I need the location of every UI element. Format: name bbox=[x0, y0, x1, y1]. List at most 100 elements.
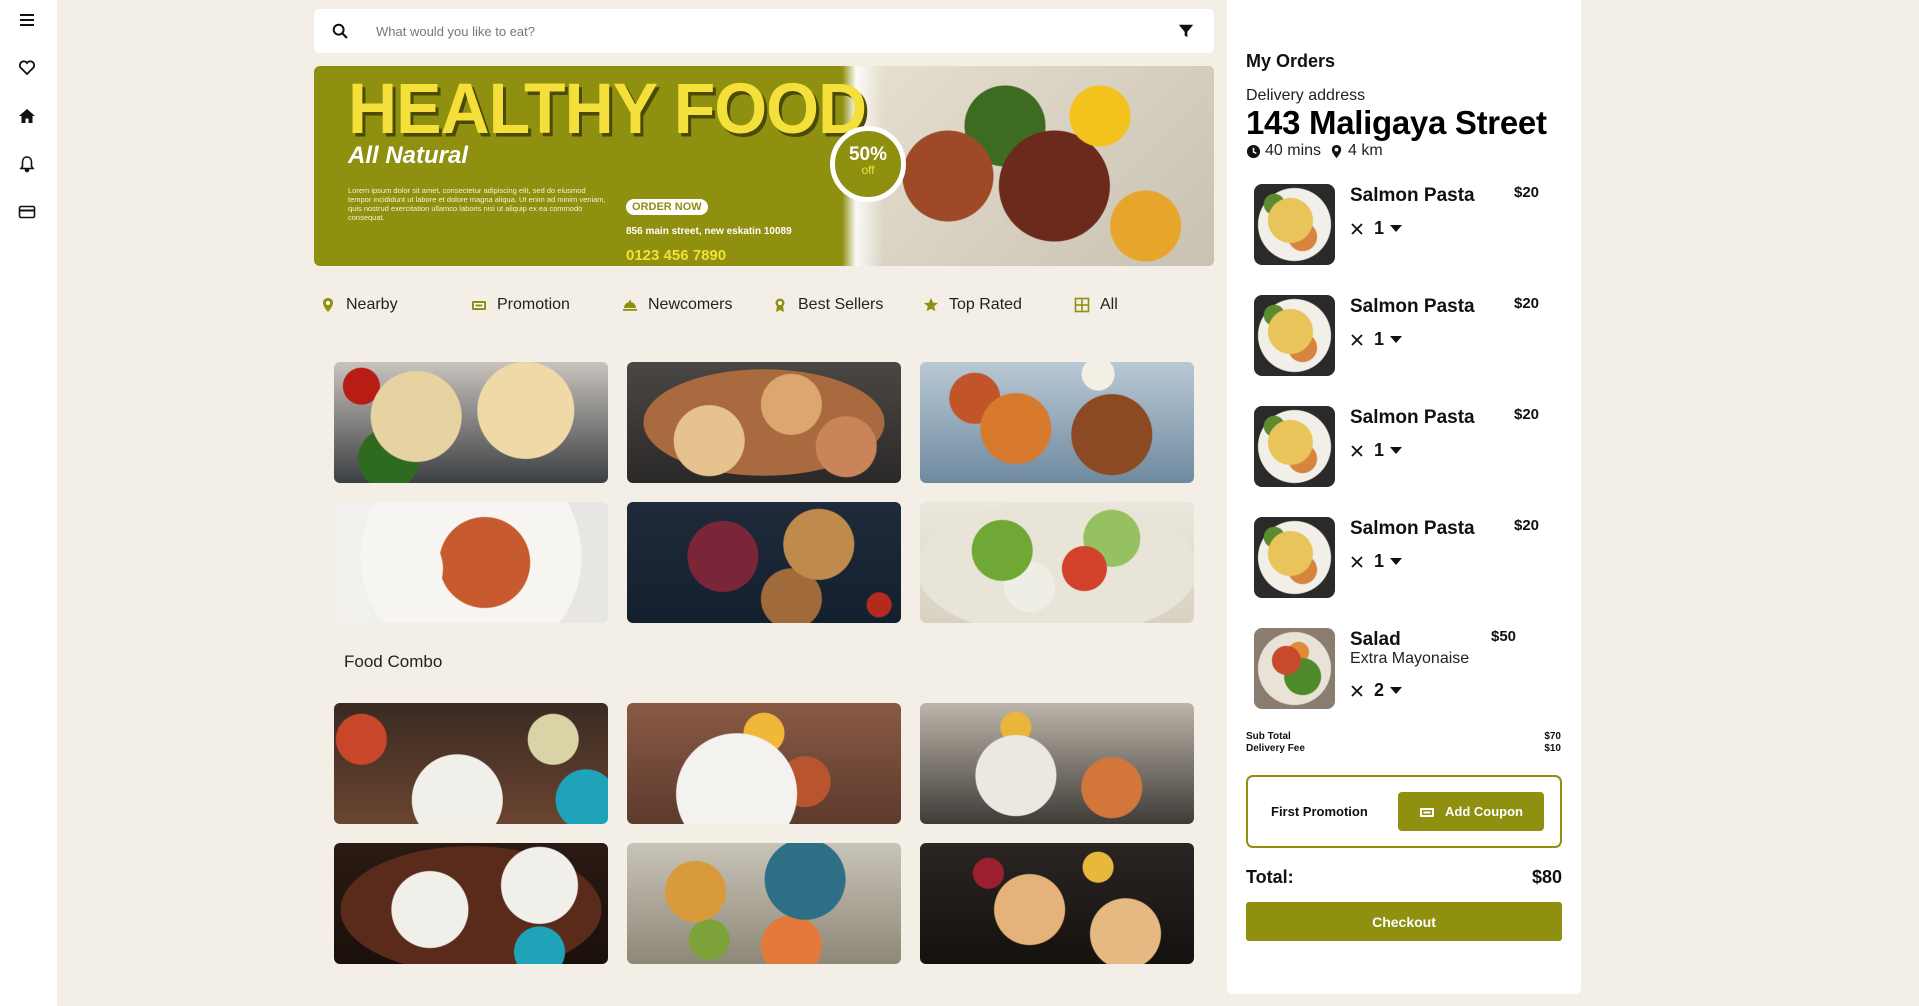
checkout-button[interactable]: Checkout bbox=[1246, 902, 1562, 941]
combo-tile-table-spread[interactable] bbox=[627, 703, 901, 824]
food-tile-burgers[interactable] bbox=[627, 502, 901, 623]
order-item-name: Salmon Pasta bbox=[1350, 518, 1475, 539]
left-nav-rail bbox=[0, 0, 57, 1006]
order-item-qty: 1 bbox=[1374, 551, 1385, 571]
total-label: Total: bbox=[1246, 867, 1294, 887]
tab-label: All bbox=[1100, 296, 1118, 313]
banner-address: 856 main street, new eskatin 10089 bbox=[626, 226, 792, 237]
remove-icon[interactable] bbox=[1350, 555, 1364, 569]
order-item: Salad $50 Extra Mayonaise 2 bbox=[1254, 628, 1554, 712]
combo-tile-lodge-dinner[interactable] bbox=[334, 843, 608, 964]
order-item-image bbox=[1254, 628, 1335, 709]
tab-all[interactable]: All bbox=[1074, 296, 1118, 314]
delivery-fee-label: Delivery Fee bbox=[1246, 743, 1305, 754]
bell-icon[interactable] bbox=[16, 153, 38, 175]
food-tile-chicken-skillet[interactable] bbox=[627, 362, 901, 483]
search-bar bbox=[314, 9, 1214, 53]
order-item-name: Salmon Pasta bbox=[1350, 296, 1475, 317]
order-item-note: Extra Mayonaise bbox=[1350, 650, 1470, 667]
cloche-icon bbox=[623, 300, 637, 311]
subtotal-value: $70 bbox=[1544, 731, 1561, 742]
search-icon[interactable] bbox=[314, 9, 366, 53]
remove-icon[interactable] bbox=[1350, 222, 1364, 236]
combo-tile-beer-platter[interactable] bbox=[920, 703, 1194, 824]
tab-best-sellers[interactable]: Best Sellers bbox=[772, 296, 883, 314]
order-item-image bbox=[1254, 517, 1335, 598]
order-item-price: $50 bbox=[1491, 628, 1517, 645]
subtotal-row: Sub Total $70 bbox=[1246, 731, 1561, 743]
food-tile-chicken-rice[interactable] bbox=[334, 502, 608, 623]
total-value: $80 bbox=[1531, 867, 1562, 887]
tab-label: Newcomers bbox=[648, 296, 733, 313]
tab-newcomers[interactable]: Newcomers bbox=[622, 296, 732, 314]
star-icon bbox=[924, 298, 938, 312]
order-item: Salmon Pasta $20 1 bbox=[1254, 406, 1554, 490]
banner-order-now[interactable]: ORDER NOW bbox=[626, 199, 708, 215]
order-item-price: $20 bbox=[1514, 295, 1540, 312]
food-combo-title: Food Combo bbox=[344, 652, 443, 671]
chevron-down-icon bbox=[1390, 558, 1403, 565]
tab-promotion[interactable]: Promotion bbox=[471, 296, 570, 314]
order-item-qty: 2 bbox=[1374, 680, 1385, 700]
food-tile-burritos[interactable] bbox=[334, 362, 608, 483]
discount-off: off bbox=[861, 163, 875, 177]
ticket-icon bbox=[1420, 807, 1434, 817]
combo-tile-pizza-table[interactable] bbox=[920, 843, 1194, 964]
subtotal-label: Sub Total bbox=[1246, 731, 1291, 742]
quantity-selector[interactable]: 1 bbox=[1350, 329, 1403, 350]
order-item: Salmon Pasta $20 1 bbox=[1254, 517, 1554, 601]
order-item-qty: 1 bbox=[1374, 218, 1385, 238]
order-item-price: $20 bbox=[1514, 406, 1540, 423]
location-pin-icon bbox=[1331, 144, 1342, 158]
menu-icon[interactable] bbox=[16, 9, 38, 31]
tab-nearby[interactable]: Nearby bbox=[320, 296, 398, 314]
medal-icon bbox=[775, 298, 785, 312]
order-item-price: $20 bbox=[1514, 517, 1540, 534]
heart-icon[interactable] bbox=[16, 57, 38, 79]
tab-label: Promotion bbox=[497, 296, 570, 313]
grid-icon bbox=[1074, 297, 1090, 313]
delivery-fee-row: Delivery Fee $10 bbox=[1246, 743, 1561, 755]
location-pin-icon bbox=[323, 298, 333, 312]
delivery-street: 143 Maligaya Street bbox=[1246, 104, 1547, 141]
food-tile-pumpkin-salad[interactable] bbox=[920, 362, 1194, 483]
orders-title: My Orders bbox=[1246, 51, 1336, 71]
order-item-image bbox=[1254, 295, 1335, 376]
order-item-image bbox=[1254, 406, 1335, 487]
search-input[interactable] bbox=[366, 23, 1158, 39]
delivery-fee-value: $10 bbox=[1544, 743, 1561, 754]
combo-tile-fish-and-chips[interactable] bbox=[627, 843, 901, 964]
discount-percent: 50% bbox=[848, 144, 888, 165]
promotion-label: First Promotion bbox=[1271, 804, 1368, 819]
discount-badge: 50% off bbox=[830, 126, 906, 202]
home-icon[interactable] bbox=[16, 105, 38, 127]
remove-icon[interactable] bbox=[1350, 333, 1364, 347]
order-summary: Sub Total $70 Delivery Fee $10 bbox=[1246, 731, 1561, 755]
quantity-selector[interactable]: 1 bbox=[1350, 551, 1403, 572]
delivery-distance: 4 km bbox=[1348, 142, 1383, 159]
food-tile-greek-salad[interactable] bbox=[920, 502, 1194, 623]
quantity-selector[interactable]: 2 bbox=[1350, 680, 1403, 701]
quantity-selector[interactable]: 1 bbox=[1350, 218, 1403, 239]
orders-panel: My Orders Delivery address 143 Maligaya … bbox=[1227, 0, 1581, 994]
banner-phone: 0123 456 7890 bbox=[626, 247, 727, 264]
chevron-down-icon bbox=[1390, 225, 1403, 232]
quantity-selector[interactable]: 1 bbox=[1350, 440, 1403, 461]
promo-banner[interactable]: HEALTHY FOOD All Natural Lorem ipsum dol… bbox=[314, 66, 1214, 266]
chevron-down-icon bbox=[1390, 447, 1403, 454]
combo-tile-wine-dinner[interactable] bbox=[334, 703, 608, 824]
card-icon[interactable] bbox=[16, 201, 38, 223]
tab-top-rated[interactable]: Top Rated bbox=[923, 296, 1022, 314]
remove-icon[interactable] bbox=[1350, 444, 1364, 458]
remove-icon[interactable] bbox=[1350, 684, 1364, 698]
order-item-name: Salmon Pasta bbox=[1350, 407, 1475, 428]
delivery-meta: 40 mins 4 km bbox=[1246, 142, 1383, 160]
order-item: Salmon Pasta $20 1 bbox=[1254, 295, 1554, 379]
clock-icon bbox=[1246, 144, 1261, 158]
filter-icon[interactable] bbox=[1158, 9, 1214, 53]
add-coupon-button[interactable]: Add Coupon bbox=[1398, 792, 1544, 831]
promotion-box: First Promotion Add Coupon bbox=[1246, 775, 1562, 848]
banner-subtitle: All Natural bbox=[348, 142, 469, 169]
banner-body-text: Lorem ipsum dolor sit amet, consectetur … bbox=[348, 186, 606, 222]
chevron-down-icon bbox=[1390, 687, 1403, 694]
